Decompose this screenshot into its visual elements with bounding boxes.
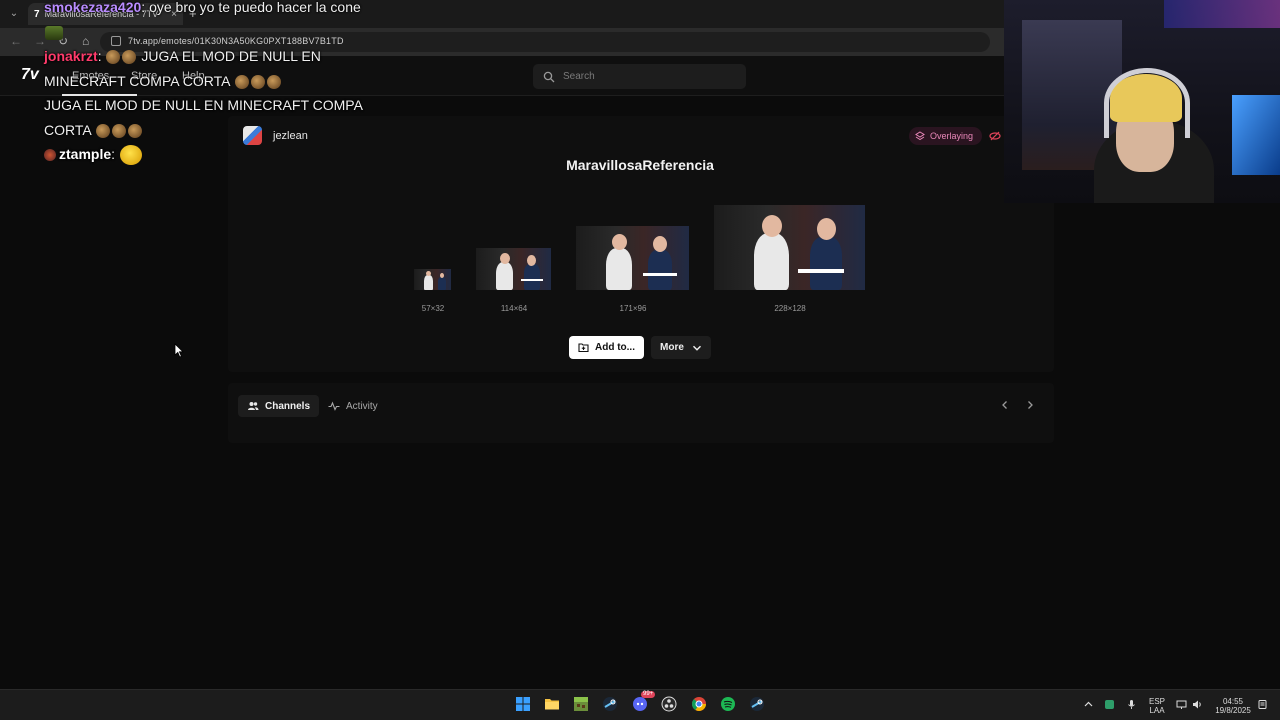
stream-chat-overlay: smokezaza420: oye bro yo te puedo hacer … [44,0,374,167]
discord-icon[interactable] [632,696,648,712]
minecraft-icon[interactable] [573,696,589,712]
keyboard-layout: LAA [1149,706,1165,715]
spotify-icon[interactable] [720,696,736,712]
emote-preview-2x[interactable] [476,248,551,290]
chat-message: JUGA EL MOD DE NULL EN MINECRAFT COMPA C… [44,93,374,142]
tab-search-icon[interactable]: ⌄ [6,6,22,22]
search-input[interactable] [563,71,733,82]
tab-favicon-icon: 7 [34,8,40,20]
tab-channels-label: Channels [265,400,311,412]
emote-icon [122,50,137,65]
more-button[interactable]: More [651,336,711,359]
chevron-left-icon[interactable] [998,398,1012,412]
emote-icon [234,74,249,89]
eye-off-icon[interactable] [989,130,1001,142]
emote-icon [95,123,110,138]
chat-text: oye bro yo te puedo hacer la cone [145,0,361,15]
chevron-right-icon[interactable] [1023,398,1037,412]
overlaying-badge: Overlaying [909,127,983,145]
chat-message: jonakrzt: JUGA EL MOD DE NULL EN MINECRA… [44,48,321,89]
size-label-2x: 114×64 [500,304,528,313]
chrome-icon[interactable] [691,696,707,712]
add-to-button[interactable]: Add to... [569,336,644,359]
system-clock[interactable]: 04:55 19/8/2025 [1212,697,1254,715]
obs-icon[interactable] [661,696,677,712]
chat-username: smokezaza420 [44,0,142,15]
activity-icon [328,401,340,411]
input-language[interactable]: ESP LAA [1147,697,1167,715]
chat-message: ztample: [44,142,374,167]
emote-icon [250,74,265,89]
chat-text [115,146,119,162]
7tv-logo[interactable]: 7v [21,66,39,84]
chevron-up-icon[interactable] [1083,699,1094,710]
mouse-cursor-icon [174,343,184,358]
search-box[interactable] [533,64,746,89]
steam-icon[interactable] [749,696,765,712]
emote-preview-3x[interactable] [576,226,689,290]
overlaying-label: Overlaying [930,131,974,141]
emote-icon [45,25,63,40]
folder-plus-icon [578,343,589,353]
size-label-4x: 228×128 [774,304,806,313]
size-label-1x: 57×32 [421,304,445,313]
microphone-icon[interactable] [1126,699,1137,710]
file-explorer-icon[interactable] [544,696,560,712]
tab-activity[interactable]: Activity [322,395,384,417]
size-label-3x: 171×96 [619,304,647,313]
emote-icon [119,145,142,166]
steam-icon[interactable] [602,696,618,712]
back-icon[interactable]: ← [10,34,22,48]
volume-icon[interactable] [1192,699,1203,710]
emote-icon [266,74,281,89]
discord-badge: 99+ [641,691,656,698]
layers-icon [915,131,925,141]
tab-activity-label: Activity [346,400,378,412]
windows-start-icon[interactable] [515,696,531,712]
search-icon [543,71,555,82]
chat-message: smokezaza420: oye bro yo te puedo hacer … [44,0,374,44]
chat-badge-icon [44,149,56,162]
tab-channels[interactable]: Channels [238,395,320,417]
emote-icon [111,123,126,138]
webcam-overlay [1004,0,1280,203]
notification-icon[interactable] [1257,699,1268,710]
chat-username: ztample [59,146,112,162]
emote-icon [127,123,142,138]
clock-date: 19/8/2025 [1215,706,1251,715]
clock-time: 04:55 [1222,697,1244,706]
language-code: ESP [1148,697,1165,706]
users-icon [248,402,259,410]
add-to-label: Add to... [595,342,635,353]
chevron-down-icon [692,345,701,351]
more-label: More [660,342,684,353]
tray-app-icon[interactable] [1104,699,1115,710]
emote-icon [106,50,121,65]
network-icon[interactable] [1176,699,1187,710]
emote-preview-4x[interactable] [714,205,865,290]
chat-text: JUGA EL MOD DE NULL EN MINECRAFT COMPA C… [44,97,363,138]
chat-username: jonakrzt [44,48,98,64]
emote-preview-1x[interactable] [414,269,451,290]
